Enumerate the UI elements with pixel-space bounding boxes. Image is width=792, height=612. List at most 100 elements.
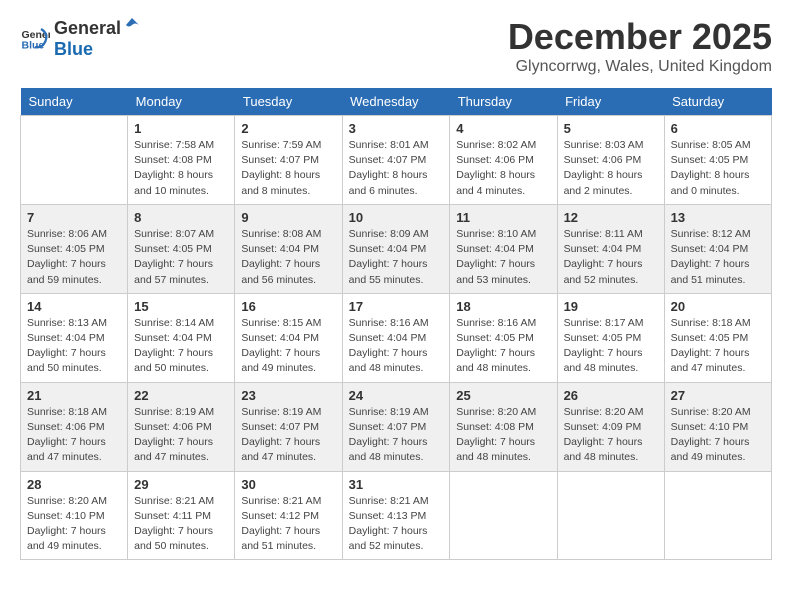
day-info: Sunrise: 8:21 AMSunset: 4:12 PMDaylight:… <box>241 494 335 555</box>
day-info: Sunrise: 8:13 AMSunset: 4:04 PMDaylight:… <box>27 316 121 377</box>
calendar-day-cell: 24 Sunrise: 8:19 AMSunset: 4:07 PMDayligh… <box>342 382 450 471</box>
day-info: Sunrise: 8:20 AMSunset: 4:10 PMDaylight:… <box>671 405 765 466</box>
logo-general-text: General <box>54 18 121 39</box>
day-info: Sunrise: 7:59 AMSunset: 4:07 PMDaylight:… <box>241 138 335 199</box>
day-info: Sunrise: 8:07 AMSunset: 4:05 PMDaylight:… <box>134 227 228 288</box>
day-info: Sunrise: 8:21 AMSunset: 4:13 PMDaylight:… <box>349 494 444 555</box>
day-number: 24 <box>349 388 444 403</box>
day-number: 3 <box>349 121 444 136</box>
calendar-day-header: Monday <box>128 88 235 116</box>
calendar-day-cell: 23 Sunrise: 8:19 AMSunset: 4:07 PMDayligh… <box>235 382 342 471</box>
header: General Blue General Blue December 2025 … <box>20 16 772 76</box>
day-number: 11 <box>456 210 550 225</box>
calendar-day-cell <box>664 471 771 560</box>
calendar-day-cell: 10Sunrise: 8:09 AMSunset: 4:04 PMDayligh… <box>342 204 450 293</box>
calendar-week-row: 28 Sunrise: 8:20 AMSunset: 4:10 PMDayligh… <box>21 471 772 560</box>
day-info: Sunrise: 8:03 AMSunset: 4:06 PMDaylight:… <box>564 138 658 199</box>
day-info: Sunrise: 8:06 AMSunset: 4:05 PMDaylight:… <box>27 227 121 288</box>
calendar-day-cell: 27 Sunrise: 8:20 AMSunset: 4:10 PMDayligh… <box>664 382 771 471</box>
day-info: Sunrise: 8:20 AMSunset: 4:08 PMDaylight:… <box>456 405 550 466</box>
day-info: Sunrise: 8:12 AMSunset: 4:04 PMDaylight:… <box>671 227 765 288</box>
day-info: Sunrise: 8:17 AMSunset: 4:05 PMDaylight:… <box>564 316 658 377</box>
calendar-header-row: SundayMondayTuesdayWednesdayThursdayFrid… <box>21 88 772 116</box>
calendar-day-header: Saturday <box>664 88 771 116</box>
calendar-day-cell: 26Sunrise: 8:20 AMSunset: 4:09 PMDayligh… <box>557 382 664 471</box>
day-number: 30 <box>241 477 335 492</box>
day-number: 16 <box>241 299 335 314</box>
calendar-day-cell: 13 Sunrise: 8:12 AMSunset: 4:04 PMDayligh… <box>664 204 771 293</box>
calendar-day-header: Thursday <box>450 88 557 116</box>
day-info: Sunrise: 8:19 AMSunset: 4:07 PMDaylight:… <box>349 405 444 466</box>
calendar-day-cell: 4Sunrise: 8:02 AMSunset: 4:06 PMDaylight… <box>450 116 557 205</box>
calendar-day-cell: 1Sunrise: 7:58 AMSunset: 4:08 PMDaylight… <box>128 116 235 205</box>
day-number: 19 <box>564 299 658 314</box>
calendar-week-row: 14Sunrise: 8:13 AMSunset: 4:04 PMDayligh… <box>21 293 772 382</box>
calendar-day-cell: 31 Sunrise: 8:21 AMSunset: 4:13 PMDayligh… <box>342 471 450 560</box>
day-number: 23 <box>241 388 335 403</box>
day-info: Sunrise: 8:18 AMSunset: 4:06 PMDaylight:… <box>27 405 121 466</box>
calendar-day-cell: 12Sunrise: 8:11 AMSunset: 4:04 PMDayligh… <box>557 204 664 293</box>
calendar-day-cell: 21Sunrise: 8:18 AMSunset: 4:06 PMDayligh… <box>21 382 128 471</box>
day-number: 6 <box>671 121 765 136</box>
calendar-day-cell: 5 Sunrise: 8:03 AMSunset: 4:06 PMDaylight… <box>557 116 664 205</box>
logo: General Blue General Blue <box>20 16 143 60</box>
day-info: Sunrise: 8:08 AMSunset: 4:04 PMDaylight:… <box>241 227 335 288</box>
day-number: 22 <box>134 388 228 403</box>
day-info: Sunrise: 8:01 AMSunset: 4:07 PMDaylight:… <box>349 138 444 199</box>
day-info: Sunrise: 8:05 AMSunset: 4:05 PMDaylight:… <box>671 138 765 199</box>
calendar-day-cell: 7Sunrise: 8:06 AMSunset: 4:05 PMDaylight… <box>21 204 128 293</box>
calendar-day-cell: 3 Sunrise: 8:01 AMSunset: 4:07 PMDaylight… <box>342 116 450 205</box>
calendar-day-cell <box>450 471 557 560</box>
calendar-day-header: Sunday <box>21 88 128 116</box>
day-number: 25 <box>456 388 550 403</box>
calendar-day-cell: 2 Sunrise: 7:59 AMSunset: 4:07 PMDaylight… <box>235 116 342 205</box>
day-info: Sunrise: 8:19 AMSunset: 4:07 PMDaylight:… <box>241 405 335 466</box>
day-number: 5 <box>564 121 658 136</box>
day-info: Sunrise: 8:21 AMSunset: 4:11 PMDaylight:… <box>134 494 228 555</box>
calendar-week-row: 7Sunrise: 8:06 AMSunset: 4:05 PMDaylight… <box>21 204 772 293</box>
day-info: Sunrise: 8:20 AMSunset: 4:09 PMDaylight:… <box>564 405 658 466</box>
day-info: Sunrise: 8:16 AMSunset: 4:04 PMDaylight:… <box>349 316 444 377</box>
day-number: 8 <box>134 210 228 225</box>
calendar-day-header: Friday <box>557 88 664 116</box>
day-number: 2 <box>241 121 335 136</box>
day-info: Sunrise: 8:14 AMSunset: 4:04 PMDaylight:… <box>134 316 228 377</box>
calendar-table: SundayMondayTuesdayWednesdayThursdayFrid… <box>20 88 772 560</box>
day-number: 12 <box>564 210 658 225</box>
calendar-day-cell: 19 Sunrise: 8:17 AMSunset: 4:05 PMDayligh… <box>557 293 664 382</box>
calendar-day-cell: 22Sunrise: 8:19 AMSunset: 4:06 PMDayligh… <box>128 382 235 471</box>
day-info: Sunrise: 8:18 AMSunset: 4:05 PMDaylight:… <box>671 316 765 377</box>
day-number: 31 <box>349 477 444 492</box>
calendar-day-cell <box>21 116 128 205</box>
day-number: 29 <box>134 477 228 492</box>
day-number: 1 <box>134 121 228 136</box>
day-info: Sunrise: 8:16 AMSunset: 4:05 PMDaylight:… <box>456 316 550 377</box>
day-number: 27 <box>671 388 765 403</box>
month-title: December 2025 <box>508 16 772 58</box>
calendar-day-cell: 30 Sunrise: 8:21 AMSunset: 4:12 PMDayligh… <box>235 471 342 560</box>
title-section: December 2025 Glyncorrwg, Wales, United … <box>508 16 772 76</box>
logo-flag-icon <box>123 16 141 34</box>
calendar-day-cell: 28 Sunrise: 8:20 AMSunset: 4:10 PMDayligh… <box>21 471 128 560</box>
day-info: Sunrise: 8:02 AMSunset: 4:06 PMDaylight:… <box>456 138 550 199</box>
calendar-week-row: 1Sunrise: 7:58 AMSunset: 4:08 PMDaylight… <box>21 116 772 205</box>
day-info: Sunrise: 8:20 AMSunset: 4:10 PMDaylight:… <box>27 494 121 555</box>
day-number: 15 <box>134 299 228 314</box>
day-number: 9 <box>241 210 335 225</box>
location-title: Glyncorrwg, Wales, United Kingdom <box>508 58 772 76</box>
day-number: 13 <box>671 210 765 225</box>
calendar-day-cell: 25 Sunrise: 8:20 AMSunset: 4:08 PMDayligh… <box>450 382 557 471</box>
calendar-day-cell: 17 Sunrise: 8:16 AMSunset: 4:04 PMDayligh… <box>342 293 450 382</box>
day-number: 28 <box>27 477 121 492</box>
logo-icon: General Blue <box>20 23 50 53</box>
day-number: 17 <box>349 299 444 314</box>
day-number: 20 <box>671 299 765 314</box>
calendar-day-cell: 20 Sunrise: 8:18 AMSunset: 4:05 PMDayligh… <box>664 293 771 382</box>
calendar-day-header: Tuesday <box>235 88 342 116</box>
day-info: Sunrise: 8:09 AMSunset: 4:04 PMDaylight:… <box>349 227 444 288</box>
calendar-day-header: Wednesday <box>342 88 450 116</box>
day-info: Sunrise: 8:15 AMSunset: 4:04 PMDaylight:… <box>241 316 335 377</box>
svg-text:Blue: Blue <box>22 40 45 52</box>
calendar-day-cell <box>557 471 664 560</box>
logo-blue-text: Blue <box>54 39 93 59</box>
